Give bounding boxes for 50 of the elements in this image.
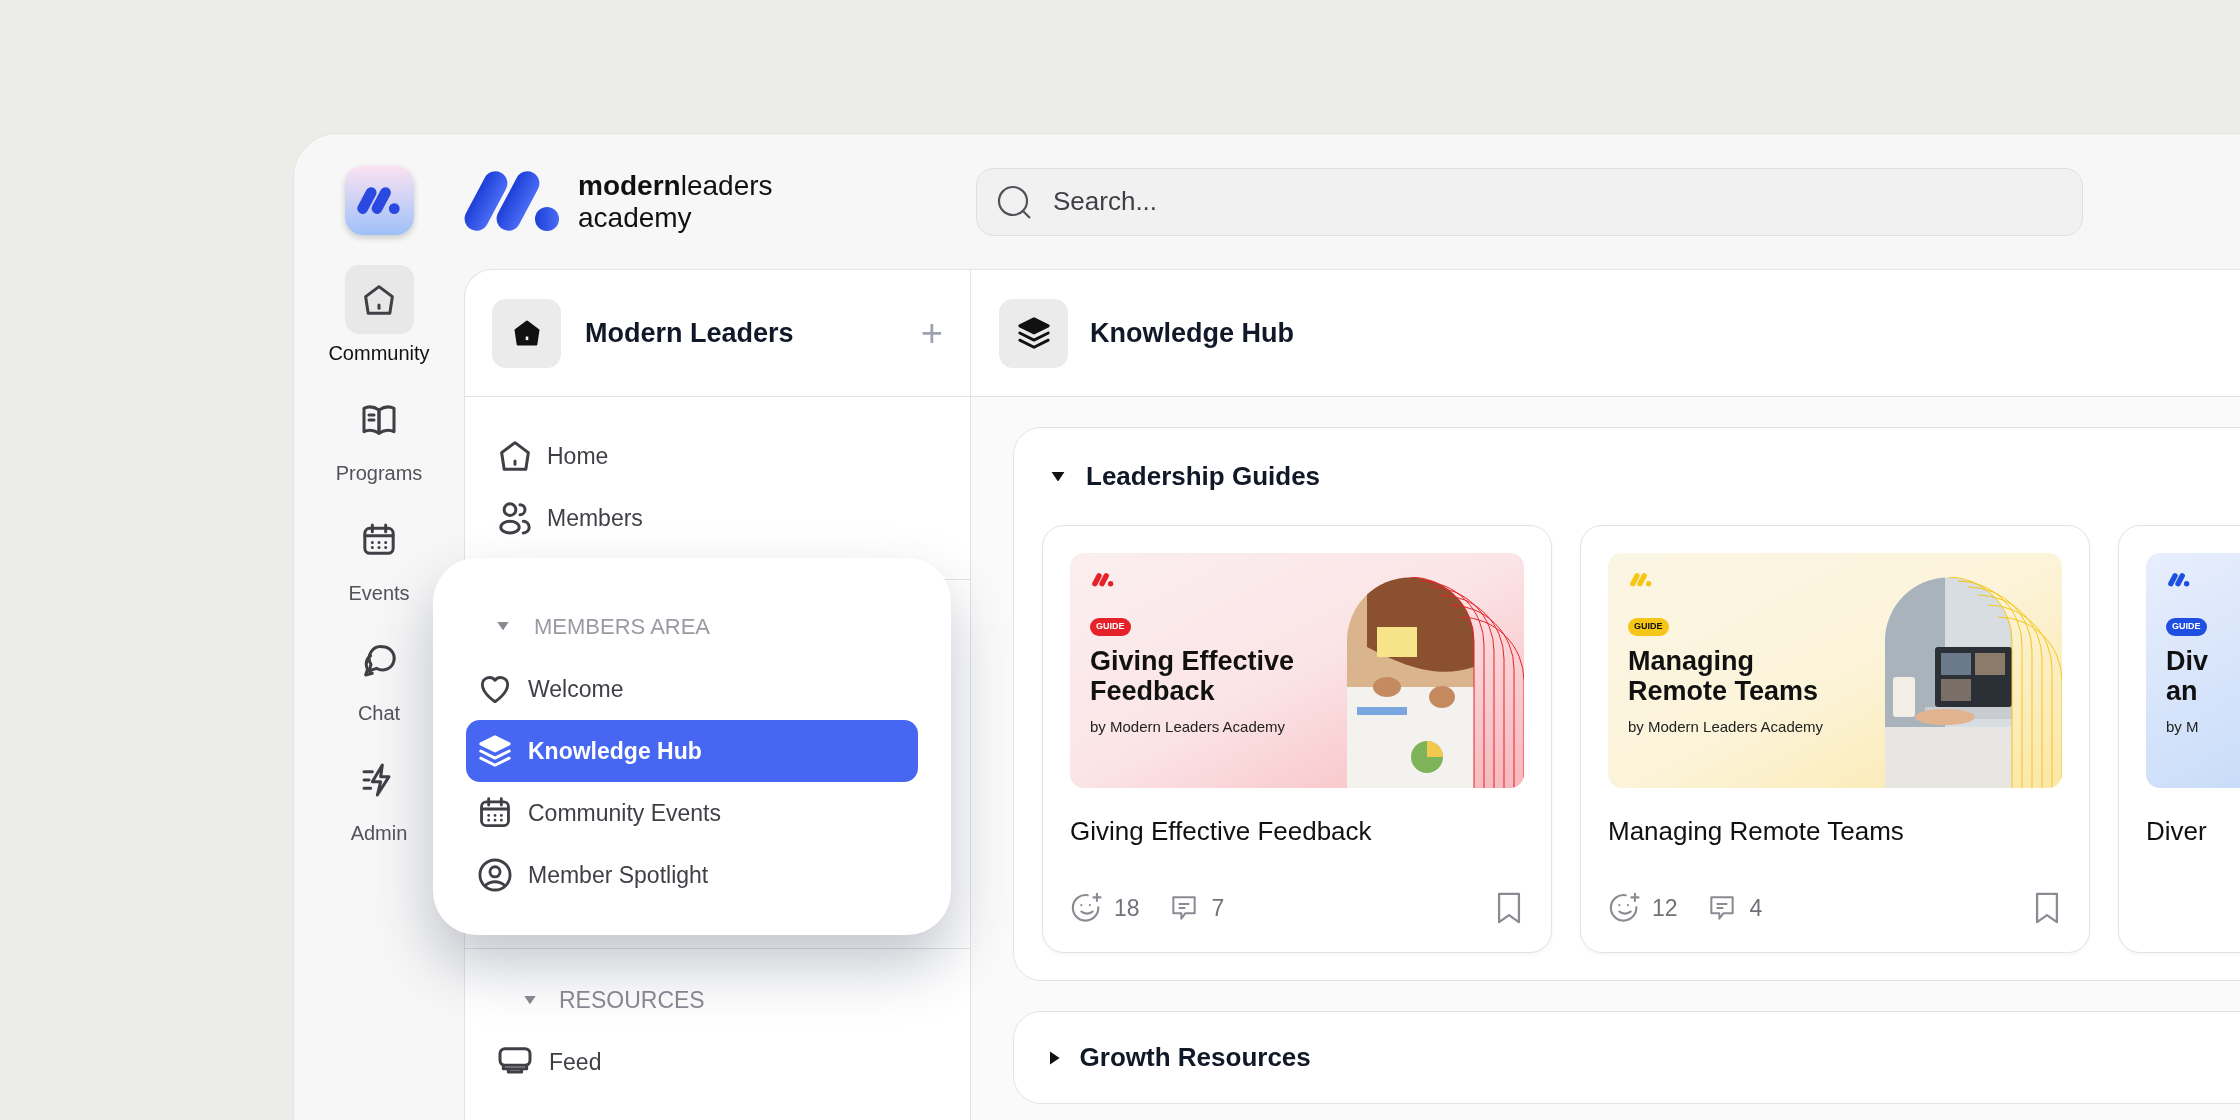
- cover-headline: Remote Teams: [1628, 675, 1819, 706]
- rail-item[interactable]: Events: [304, 505, 454, 625]
- section-header[interactable]: Leadership Guides: [1042, 428, 2240, 525]
- space-title: Modern Leaders: [585, 316, 794, 350]
- guide-badge: GUIDE: [2166, 618, 2207, 636]
- cover-headline: Div: [2166, 645, 2209, 676]
- rail-item[interactable]: Community: [304, 265, 454, 385]
- section-header[interactable]: Growth Resources: [1042, 1012, 2240, 1103]
- cover-byline: by M: [2166, 716, 2199, 737]
- app-icon[interactable]: [344, 166, 414, 235]
- brand-name: modernleaders: [578, 169, 773, 202]
- nav-item[interactable]: Feed: [465, 1031, 970, 1093]
- guide-card[interactable]: GUIDE Managing Remote Teams by Modern Leaders Academy Managing Remote Teams 12 4: [1580, 525, 2090, 953]
- guide-card[interactable]: GUIDE Giving Effective Feedback by Modern Leaders Academy Giving Effective Feedback 18 7: [1042, 525, 1552, 953]
- caret-down-icon: [496, 621, 510, 631]
- cover-headline: Managing: [1628, 645, 1754, 676]
- search-field[interactable]: Search...: [976, 167, 2083, 236]
- comment-count: 4: [1749, 893, 1763, 923]
- card-title: Giving Effective Feedback: [1070, 815, 1373, 848]
- cover-headline: Giving Effective: [1090, 645, 1295, 676]
- user-circle-icon: [476, 856, 514, 894]
- layers-icon: [476, 732, 514, 770]
- nav-item[interactable]: Home: [465, 425, 970, 487]
- cover-headline: an: [2166, 675, 2198, 706]
- page-title: Knowledge Hub: [1090, 316, 1294, 350]
- logo-icon: [357, 186, 401, 215]
- rail-item[interactable]: Chat: [304, 625, 454, 745]
- guide-badge: GUIDE: [1090, 618, 1131, 636]
- cover-byline: by Modern Leaders Academy: [1628, 716, 1824, 737]
- search-icon: [996, 183, 1032, 220]
- card-title: Diver: [2146, 815, 2208, 848]
- logo-icon: [464, 170, 562, 233]
- menu-item[interactable]: Knowledge Hub: [466, 720, 918, 782]
- cover-byline: by Modern Leaders Academy: [1090, 716, 1286, 737]
- guide-badge: GUIDE: [1628, 618, 1669, 636]
- cover-headline: Feedback: [1090, 675, 1215, 706]
- nav-item[interactable]: Members: [465, 487, 970, 549]
- comment-count: 7: [1211, 893, 1225, 923]
- add-reaction-icon[interactable]: [1070, 890, 1104, 925]
- caret-down-icon: [1050, 471, 1066, 482]
- add-reaction-icon[interactable]: [1608, 890, 1642, 925]
- card-title: Managing Remote Teams: [1608, 815, 1905, 848]
- reaction-count: 12: [1652, 893, 1678, 923]
- guide-card[interactable]: GUIDE Div an by M Diver: [2118, 525, 2240, 953]
- rail-item[interactable]: Programs: [304, 385, 454, 505]
- reaction-count: 18: [1114, 893, 1140, 923]
- caret-right-icon: [1050, 1049, 1060, 1066]
- caret-down-icon: [523, 995, 537, 1005]
- rail-item[interactable]: Admin: [304, 745, 454, 865]
- brand-tagline: academy: [578, 201, 693, 234]
